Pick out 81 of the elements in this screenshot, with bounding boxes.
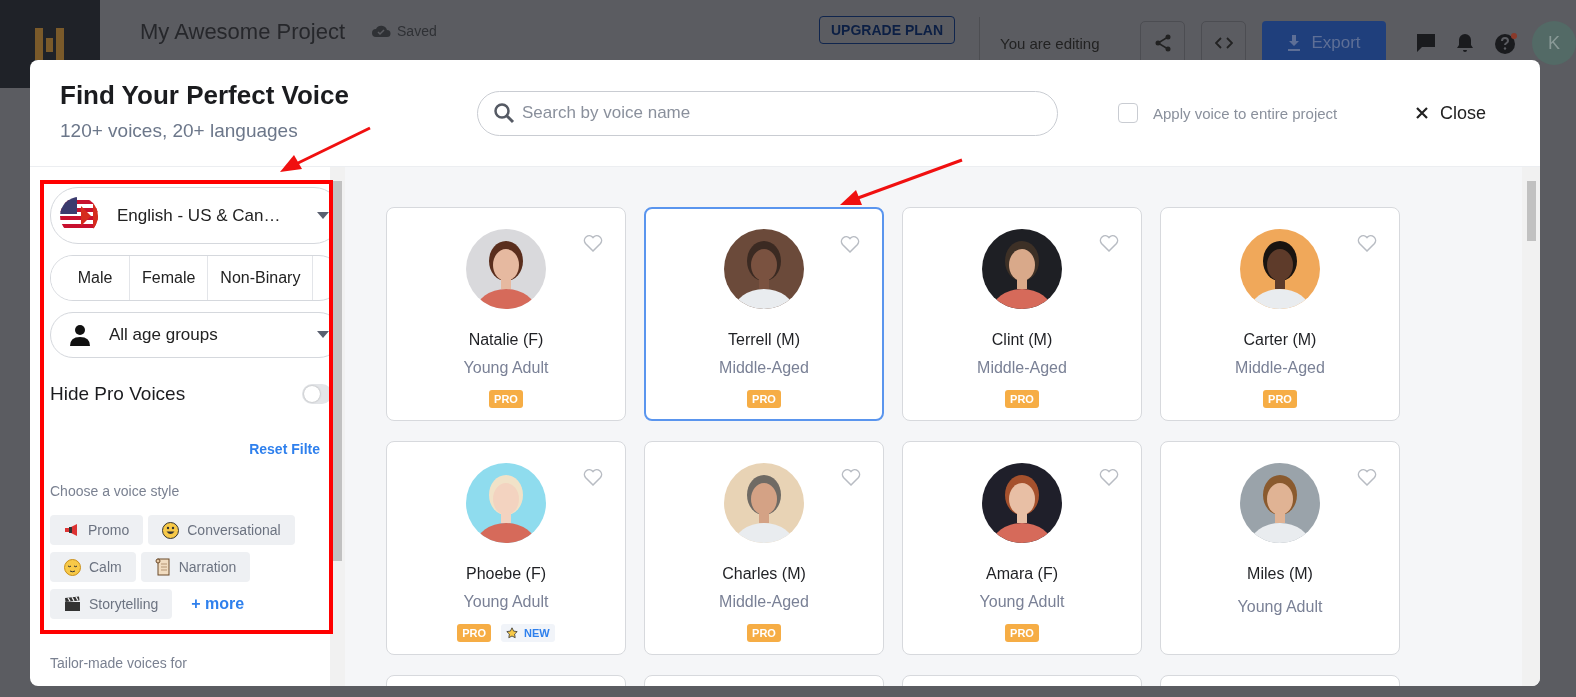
megaphone-icon: [64, 523, 80, 537]
share-icon: [1153, 34, 1172, 52]
voice-age: Middle-Aged: [1235, 359, 1325, 377]
heart-icon[interactable]: [583, 234, 603, 252]
person-icon: [69, 324, 91, 346]
voice-style-chip[interactable]: Narration: [140, 552, 251, 582]
voice-name: Phoebe (F): [465, 565, 546, 583]
voice-card[interactable]: Phoebe (F) Young Adult PRO NEW: [386, 441, 626, 655]
voice-name: Terrell (M): [728, 331, 800, 349]
pro-badge: PRO: [489, 390, 523, 408]
chat-icon[interactable]: [1416, 33, 1436, 53]
gender-option[interactable]: Male: [51, 256, 130, 300]
voice-age: Young Adult: [979, 593, 1065, 611]
voice-card[interactable]: Carter (M) Middle-Aged PRO: [1160, 207, 1400, 421]
editing-status: You are editing: [1000, 34, 1101, 52]
language-value: English - US & Can…: [117, 205, 282, 226]
close-icon: [1415, 107, 1428, 119]
voice-age: Middle-Aged: [719, 359, 809, 377]
voice-style-chip[interactable]: Calm: [50, 552, 136, 582]
search-icon: [493, 101, 515, 124]
code-icon: [1214, 37, 1233, 49]
voice-age: Middle-Aged: [719, 593, 809, 611]
heart-icon[interactable]: [1099, 234, 1119, 252]
heart-icon[interactable]: [841, 468, 861, 486]
voice-name: Miles (M): [1247, 565, 1313, 583]
grid-scrollbar[interactable]: [1522, 167, 1540, 686]
voice-name: Charles (M): [722, 565, 806, 583]
age-value: All age groups: [109, 325, 219, 345]
new-badge: NEW: [501, 624, 555, 642]
checkbox[interactable]: [1118, 103, 1138, 123]
cloud-check-icon: [371, 24, 391, 38]
heart-icon[interactable]: [1357, 234, 1377, 252]
pro-badge: PRO: [457, 624, 492, 642]
scroll-icon: [154, 558, 171, 576]
caret-icon: [317, 211, 329, 220]
search-field[interactable]: Search by voice name: [477, 90, 1058, 136]
close-button[interactable]: Close: [1409, 101, 1492, 125]
voice-style-chip[interactable]: Storytelling: [50, 589, 173, 619]
voice-card[interactable]: Amara (F) Young Adult PRO: [902, 441, 1142, 655]
pro-badge: PRO: [747, 624, 781, 642]
hide-pro-label: Hide Pro Voices: [50, 383, 186, 405]
dialog-title: Find Your Perfect Voice: [60, 80, 350, 111]
voice-name: Amara (F): [986, 565, 1058, 583]
clapperboard-icon: [64, 596, 81, 612]
voice-card[interactable]: Charles (M) Middle-Aged PRO: [644, 441, 884, 655]
heart-icon[interactable]: [583, 468, 603, 486]
help-icon[interactable]: [1494, 32, 1518, 54]
voice-card[interactable]: Natalie (F) Young Adult PRO: [386, 207, 626, 421]
smiley-icon: [162, 521, 180, 539]
voice-age: Young Adult: [463, 359, 549, 377]
voice-card[interactable]: Miles (M) Young Adult: [1160, 441, 1400, 655]
voice-name: Clint (M): [991, 331, 1053, 349]
calm-face-icon: [64, 558, 81, 576]
voice-style-chip[interactable]: Promo: [50, 515, 144, 545]
voice-name: Carter (M): [1243, 331, 1317, 349]
reset-filters-link[interactable]: Reset Filte: [249, 441, 320, 457]
hide-pro-toggle[interactable]: [302, 384, 330, 404]
voice-card[interactable]: Terrell (M) Middle-Aged PRO: [644, 207, 884, 421]
tailor-heading: Tailor-made voices for: [50, 655, 188, 671]
pro-badge: PRO: [747, 390, 781, 408]
heart-icon[interactable]: [840, 235, 860, 253]
voice-style-chip[interactable]: Conversational: [148, 515, 295, 545]
notification-bell-icon[interactable]: [1456, 33, 1474, 53]
heart-icon[interactable]: [1357, 468, 1377, 486]
voice-card[interactable]: Clint (M) Middle-Aged PRO: [902, 207, 1142, 421]
logo-icon: [34, 26, 66, 62]
dialog-subtitle: 120+ voices, 20+ languages: [60, 120, 299, 142]
pro-badge: PRO: [1005, 390, 1039, 408]
pro-badge: PRO: [1263, 390, 1297, 408]
style-heading: Choose a voice style: [50, 483, 181, 499]
heart-icon[interactable]: [1099, 468, 1119, 486]
voice-age: Young Adult: [463, 593, 549, 611]
pro-badge: PRO: [1005, 624, 1039, 642]
star-icon: [506, 627, 519, 639]
download-icon: [1287, 35, 1302, 51]
voice-age: Young Adult: [1237, 598, 1323, 616]
voice-name: Natalie (F): [468, 331, 544, 349]
voice-age: Middle-Aged: [977, 359, 1067, 377]
caret-icon: [317, 331, 329, 339]
checkbox-label: Apply voice to entire project: [1153, 104, 1338, 122]
more-styles-link[interactable]: + more: [191, 595, 245, 613]
